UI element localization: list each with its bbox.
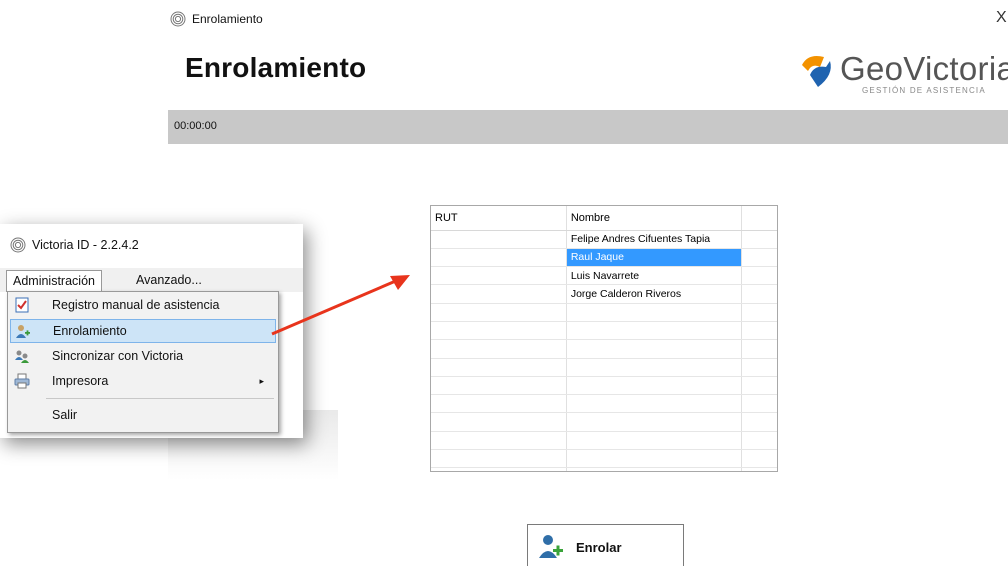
page-title: Enrolamiento bbox=[185, 52, 367, 83]
table-header-row: RUT Nombre bbox=[431, 206, 777, 231]
table-row-empty bbox=[431, 467, 777, 471]
geovictoria-mark-icon bbox=[802, 56, 831, 87]
checklist-icon bbox=[15, 297, 29, 313]
table-row[interactable]: Jorge Calderon Riveros bbox=[431, 284, 777, 304]
table-row[interactable]: Luis Navarrete bbox=[431, 266, 777, 286]
column-header-nombre[interactable]: Nombre bbox=[566, 206, 742, 231]
menu-separator bbox=[46, 398, 274, 399]
menu-item-label: Registro manual de asistencia bbox=[52, 298, 220, 312]
fingerprint-icon bbox=[170, 11, 186, 27]
menu-item-label: Salir bbox=[52, 408, 78, 422]
table-row-empty bbox=[431, 376, 777, 396]
table-row-selected[interactable]: Raul Jaque bbox=[431, 248, 777, 268]
enrollment-table: RUT Nombre Felipe Andres Cifuentes Tapia… bbox=[431, 206, 777, 471]
victoria-id-menu-snapshot: Victoria ID - 2.2.4.2 Administración Ava… bbox=[0, 224, 303, 438]
cell-rut bbox=[431, 266, 567, 286]
fingerprint-icon bbox=[10, 237, 26, 253]
printer-icon bbox=[14, 373, 30, 389]
enrollment-grid[interactable]: RUT Nombre Felipe Andres Cifuentes Tapia… bbox=[430, 205, 778, 472]
geovictoria-logo: GeoVictoria GESTIÓN DE ASISTENCIA bbox=[800, 50, 1008, 98]
menu-item-registro-manual[interactable]: Registro manual de asistencia bbox=[10, 294, 276, 318]
cell-nombre: Raul Jaque bbox=[566, 248, 742, 268]
submenu-arrow-icon: ▸ bbox=[259, 376, 264, 386]
popup-title-bar: Victoria ID - 2.2.4.2 bbox=[10, 236, 139, 254]
column-header-rut[interactable]: RUT bbox=[431, 206, 567, 231]
cell-nombre: Luis Navarrete bbox=[566, 266, 742, 286]
menu-item-label: Enrolamiento bbox=[53, 324, 127, 338]
menu-item-label: Sincronizar con Victoria bbox=[52, 349, 184, 363]
menu-item-label: Impresora bbox=[52, 374, 109, 388]
column-header-empty bbox=[741, 206, 777, 231]
table-row[interactable]: Felipe Andres Cifuentes Tapia bbox=[431, 230, 777, 249]
cell-rut bbox=[431, 230, 567, 249]
enrolar-button[interactable]: Enrolar bbox=[527, 524, 684, 566]
menu-avanzado[interactable]: Avanzado... bbox=[130, 270, 208, 292]
table-row-empty bbox=[431, 303, 777, 322]
enrolar-button-label: Enrolar bbox=[576, 540, 622, 555]
table-row-empty bbox=[431, 358, 777, 377]
cell-nombre: Felipe Andres Cifuentes Tapia bbox=[566, 230, 742, 249]
title-bar: Enrolamiento X bbox=[168, 0, 1008, 38]
table-row-empty bbox=[431, 412, 777, 432]
table-row-empty bbox=[431, 449, 777, 469]
timer-bar: 00:00:00 bbox=[168, 110, 1008, 144]
user-add-icon bbox=[16, 325, 30, 338]
menu-item-enrolamiento[interactable]: Enrolamiento bbox=[10, 319, 276, 343]
cell-nombre: Jorge Calderon Riveros bbox=[566, 284, 742, 304]
administracion-dropdown: Registro manual de asistencia Enrolamien… bbox=[7, 291, 279, 433]
cell-rut bbox=[431, 248, 567, 268]
popup-title: Victoria ID - 2.2.4.2 bbox=[32, 238, 139, 252]
sync-users-icon bbox=[15, 350, 29, 363]
table-row-empty bbox=[431, 321, 777, 341]
cell-rut bbox=[431, 284, 567, 304]
timer-value: 00:00:00 bbox=[174, 120, 217, 132]
table-row-empty bbox=[431, 431, 777, 451]
menu-item-sincronizar[interactable]: Sincronizar con Victoria bbox=[10, 345, 276, 369]
menu-administracion[interactable]: Administración bbox=[6, 270, 102, 292]
menu-item-impresora[interactable]: Impresora ▸ bbox=[10, 370, 276, 394]
close-button[interactable]: X bbox=[996, 10, 1008, 26]
table-row-empty bbox=[431, 339, 777, 359]
user-add-icon bbox=[539, 535, 563, 558]
window-title: Enrolamiento bbox=[192, 12, 263, 26]
table-row-empty bbox=[431, 394, 777, 414]
logo-tagline: GESTIÓN DE ASISTENCIA bbox=[862, 86, 986, 95]
menu-bar: Administración Avanzado... bbox=[0, 268, 303, 292]
logo-wordmark: GeoVictoria bbox=[840, 50, 1008, 87]
menu-item-salir[interactable]: Salir bbox=[10, 404, 276, 428]
annotation-arrow-icon bbox=[271, 275, 410, 336]
